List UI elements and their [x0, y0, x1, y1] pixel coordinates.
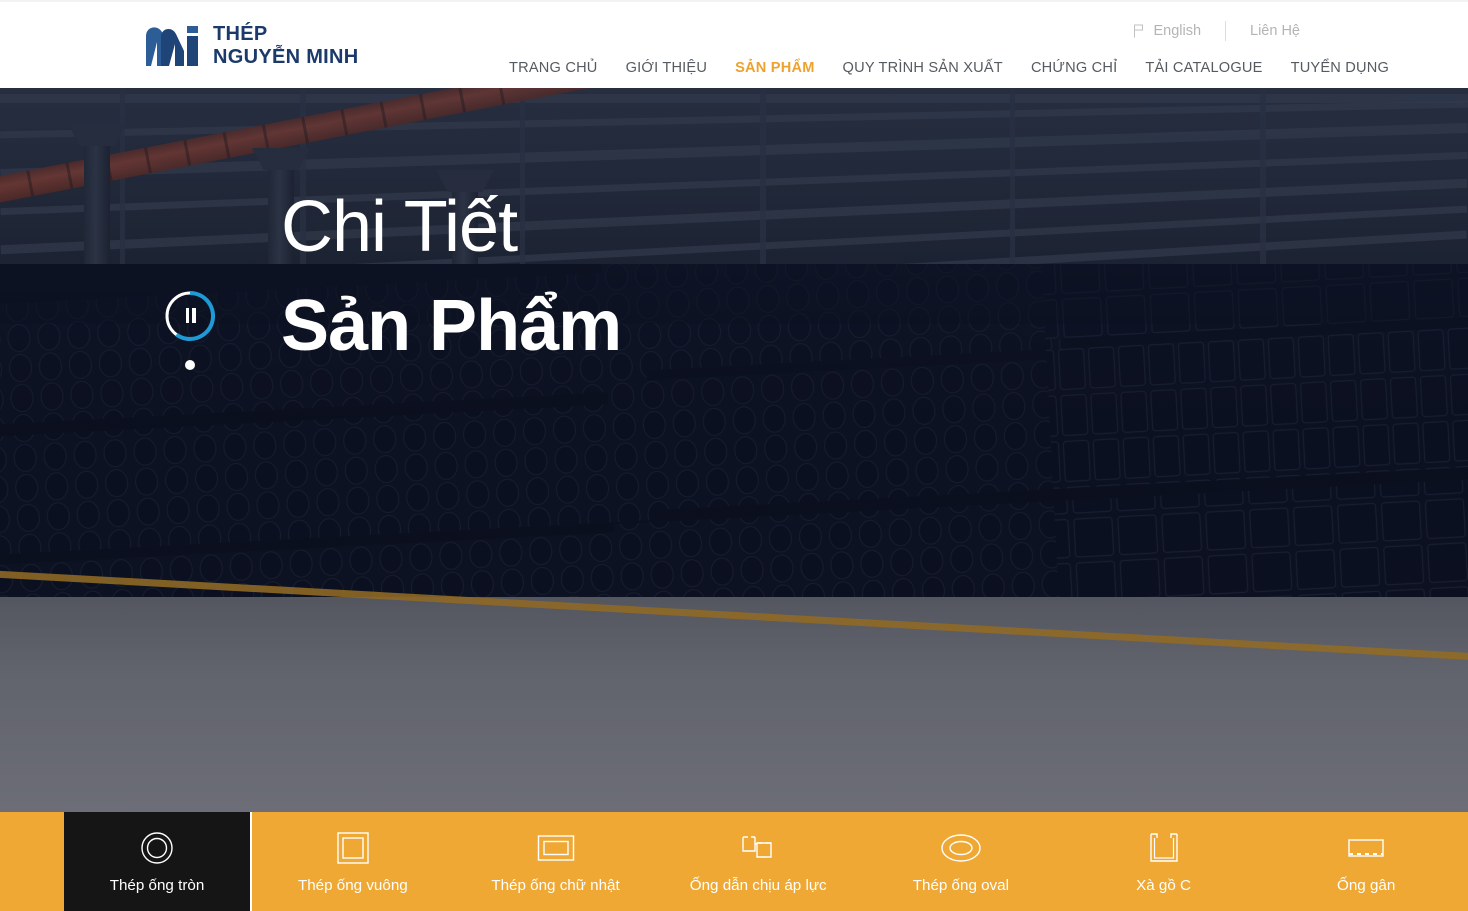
category-thep-ong-vuong[interactable]: Thép ống vuông: [252, 812, 455, 911]
square-tube-icon: [336, 830, 370, 866]
nav-item-quy-trinh-san-xuat[interactable]: QUY TRÌNH SẢN XUẤT: [829, 60, 1017, 76]
hero-banner: Chi Tiết Sản Phẩm: [0, 88, 1468, 812]
category-label: Thép ống tròn: [109, 876, 205, 894]
category-thep-ong-oval[interactable]: Thép ống oval: [860, 812, 1063, 911]
hero-title: Chi Tiết Sản Phẩm: [281, 187, 622, 366]
contact-link[interactable]: Liên Hệ: [1250, 23, 1300, 39]
nav-item-tuyen-dung[interactable]: TUYỂN DỤNG: [1277, 60, 1403, 76]
category-ong-gan[interactable]: Ống gân: [1265, 812, 1468, 911]
utility-bar: English Liên Hệ: [1133, 21, 1300, 41]
category-ong-dan-chiu-ap-luc[interactable]: Ống dẫn chịu áp lực: [657, 812, 860, 911]
c-purlin-icon: [1148, 830, 1180, 866]
category-label: Ống dẫn chịu áp lực: [689, 876, 827, 894]
category-label: Ống gân: [1337, 876, 1396, 894]
category-label: Thép ống chữ nhật: [491, 876, 620, 894]
site-logo[interactable]: THÉP NGUYỄN MINH: [143, 23, 359, 69]
nav-item-gioi-thieu[interactable]: GIỚI THIỆU: [612, 60, 722, 76]
nav-item-tai-catalogue[interactable]: TẢI CATALOGUE: [1131, 60, 1276, 76]
nav-item-chung-chi[interactable]: CHỨNG CHỈ: [1017, 60, 1131, 76]
category-label: Thép ống oval: [912, 876, 1009, 894]
oval-tube-icon: [940, 830, 982, 866]
rectangular-tube-icon: [537, 830, 575, 866]
category-xa-go-c[interactable]: Xà gồ C: [1063, 812, 1266, 911]
hero-play-pause-button[interactable]: [164, 290, 216, 342]
ribbed-pipe-icon: [1347, 830, 1385, 866]
pressure-pipe-icon: [738, 830, 778, 866]
language-label: English: [1153, 23, 1202, 39]
language-switcher[interactable]: English: [1133, 23, 1201, 39]
flag-icon: [1134, 24, 1144, 38]
product-category-bar: Thép ống tròn Thép ống vuông Thép ống ch…: [0, 812, 1468, 911]
pause-icon: [185, 308, 196, 323]
category-thep-ong-chu-nhat[interactable]: Thép ống chữ nhật: [455, 812, 658, 911]
nav-item-san-pham[interactable]: SẢN PHẨM: [721, 60, 828, 76]
round-pipe-icon: [140, 830, 174, 866]
logo-text: THÉP NGUYỄN MINH: [213, 23, 359, 69]
slide-indicator-dot[interactable]: [185, 360, 195, 370]
category-label: Thép ống vuông: [297, 876, 408, 894]
page-root: Chi Tiết Sản Phẩm THÉP NGUYỄN MINH Engli…: [0, 0, 1468, 911]
nguyen-minh-m-logo-icon: [146, 25, 198, 66]
logo-line-1: THÉP: [213, 23, 268, 45]
nav-item-trang-chu[interactable]: TRANG CHỦ: [509, 60, 612, 76]
site-header: THÉP NGUYỄN MINH English Liên Hệ TRANG C…: [0, 0, 1468, 88]
main-navigation: TRANG CHỦ GIỚI THIỆU SẢN PHẨM QUY TRÌNH …: [509, 60, 1403, 76]
category-label: Xà gồ C: [1136, 876, 1191, 894]
hero-title-line1: Chi Tiết: [281, 187, 518, 267]
category-thep-ong-tron[interactable]: Thép ống tròn: [64, 812, 252, 911]
hero-title-line2: Sản Phẩm: [281, 286, 622, 366]
logo-line-2: NGUYỄN MINH: [213, 45, 359, 68]
utility-divider: [1225, 21, 1227, 41]
